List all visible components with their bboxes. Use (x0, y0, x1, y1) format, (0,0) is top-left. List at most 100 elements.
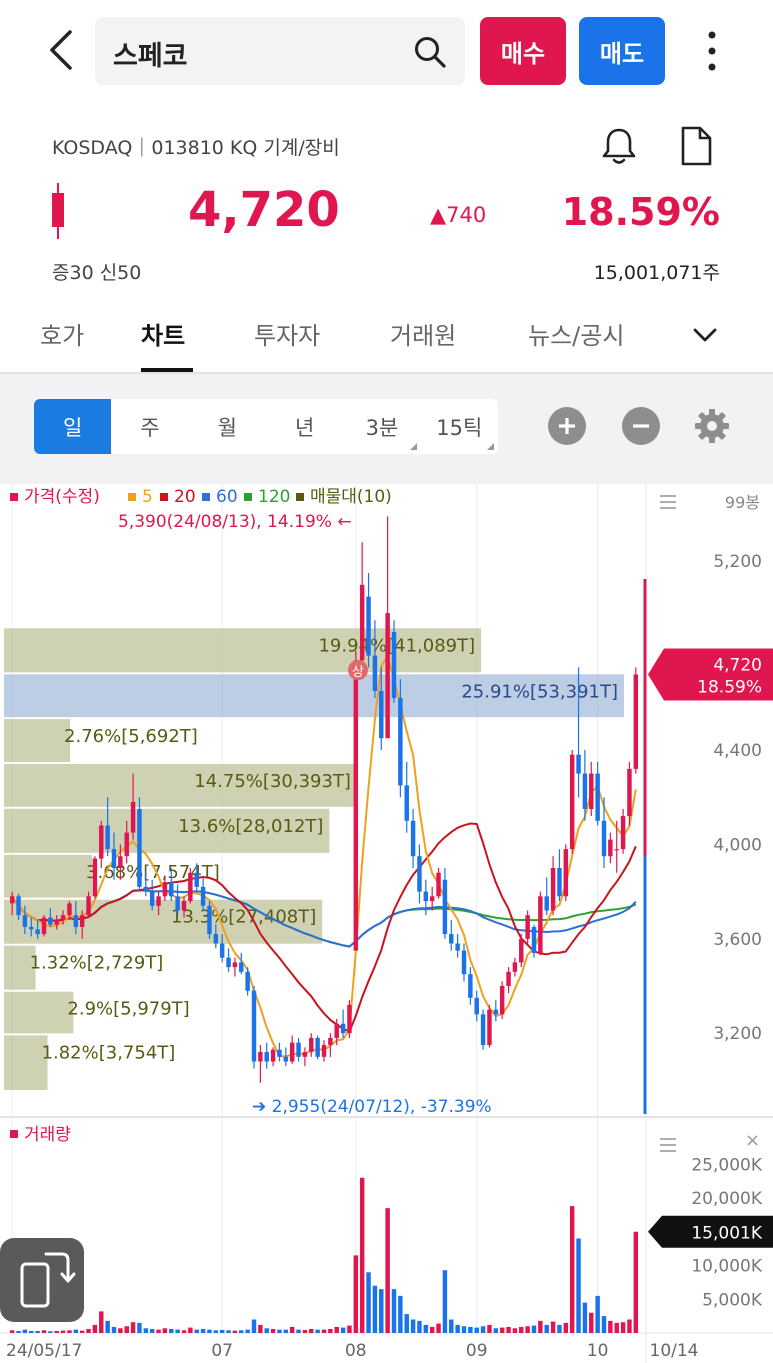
zoom-out-icon[interactable] (622, 407, 660, 445)
low-annotation: ➔ 2,955(24/07/12), -37.39% (252, 1097, 492, 1117)
price-tick-label: 3,600 (713, 930, 762, 950)
stock-chart[interactable]: 1.82%[3,754T] 2.9%[5,979T] 1.32%[2,729T] 13… (0, 484, 773, 1363)
volume-bar (601, 1316, 607, 1333)
candle-body (9, 896, 15, 904)
buy-button[interactable]: 매수 (480, 17, 566, 85)
volume-bar (175, 1329, 180, 1333)
volume-bar (563, 1322, 569, 1333)
volume-bar (589, 1312, 594, 1333)
volume-bar (111, 1326, 117, 1333)
dropdown-corner-icon (486, 443, 494, 450)
volume-profile-label: 19.94%[41,089T] (318, 635, 475, 656)
period-minute[interactable]: 3분 (343, 399, 420, 454)
period-day[interactable]: 일 (34, 399, 112, 454)
volume-bar (162, 1328, 168, 1333)
gear-icon[interactable] (694, 408, 730, 444)
high-annotation: 5,390(24/08/13), 14.19% ← (118, 512, 352, 532)
volume-bar (385, 1208, 390, 1333)
x-tick-label: 07 (211, 1341, 233, 1361)
period-month[interactable]: 월 (189, 399, 266, 454)
price-change: ▲740 (430, 203, 487, 227)
volume-bar (29, 1330, 34, 1333)
volume-bar (41, 1330, 47, 1333)
stock-search-box[interactable]: 스페코 (95, 17, 465, 85)
candle-body (557, 868, 562, 897)
candle-body (245, 971, 250, 991)
volume-bar (239, 1330, 244, 1333)
volume-bar (283, 1329, 289, 1333)
sell-button[interactable]: 매도 (579, 17, 665, 85)
back-button[interactable] (40, 28, 80, 72)
volume-bar (16, 1330, 21, 1333)
volume-profile-label: 14.75%[30,393T] (194, 771, 351, 792)
current-pct-label: 18.59% (697, 677, 762, 697)
volume-bar (608, 1320, 613, 1333)
volume-profile-label: 1.32%[2,729T] (30, 953, 164, 974)
volume-bar (359, 1177, 365, 1333)
tab-news[interactable]: 뉴스/공시 (528, 316, 624, 351)
volume-bar (118, 1328, 123, 1333)
volume-bar (137, 1322, 142, 1333)
candle-body (137, 809, 142, 887)
candle-body (614, 849, 619, 851)
dropdown-corner-icon (409, 443, 417, 450)
volume-bar (334, 1326, 339, 1333)
bell-icon[interactable] (598, 125, 640, 167)
volume-bar (60, 1330, 66, 1333)
tab-orderbook[interactable]: 호가 (40, 316, 84, 351)
tab-chart[interactable]: 차트 (141, 316, 185, 351)
candle-body (321, 1045, 327, 1057)
volume-bar (264, 1328, 269, 1333)
candle-body (73, 915, 79, 927)
volume-bar (169, 1328, 174, 1333)
volume-bar (633, 1231, 639, 1333)
candle-body (404, 785, 409, 821)
search-icon[interactable] (413, 35, 447, 69)
candle-body (283, 1056, 289, 1062)
volume-bar (582, 1302, 588, 1333)
candle-body (309, 1037, 314, 1053)
candle-body (417, 856, 422, 892)
volume-tick-label: 20,000K (691, 1189, 762, 1209)
candle-body (22, 915, 28, 927)
candle-body (423, 891, 429, 902)
limit-up-label: 상 (352, 665, 364, 680)
candle-body (124, 832, 129, 857)
tab-investors[interactable]: 투자자 (254, 316, 320, 351)
period-year[interactable]: 년 (266, 399, 343, 454)
period-tick-label: 15틱 (436, 415, 483, 440)
period-week[interactable]: 주 (111, 399, 188, 454)
candle-body (359, 584, 365, 661)
candle-body (436, 872, 441, 897)
candle-body (251, 990, 257, 1062)
tab-brokers[interactable]: 거래원 (390, 316, 456, 351)
candle-body (340, 1023, 346, 1034)
chevron-down-icon[interactable] (690, 320, 720, 350)
period-tick[interactable]: 15틱 (421, 399, 498, 454)
candle-body (213, 934, 219, 944)
x-tick-label: 09 (466, 1341, 488, 1361)
search-query: 스페코 (113, 41, 188, 72)
candle-body (589, 773, 594, 809)
volume-bars (9, 1177, 639, 1333)
rotate-screen-button[interactable] (0, 1238, 84, 1322)
volume-bar (531, 1325, 537, 1333)
volume-tick-label: 5,000K (702, 1290, 763, 1310)
volume-bar (436, 1323, 441, 1333)
volume-profile-label: 25.91%[53,391T] (461, 681, 618, 702)
volume-bar (366, 1272, 371, 1333)
candle-body (29, 927, 34, 930)
more-menu-icon[interactable] (700, 28, 724, 74)
candle-body (449, 934, 454, 944)
candle-body (226, 957, 231, 968)
volume-bar (391, 1289, 397, 1333)
candle-body (200, 886, 206, 906)
zoom-in-icon[interactable] (548, 407, 586, 445)
document-icon[interactable] (676, 125, 716, 167)
legend-swatch (160, 493, 168, 501)
candle-body (54, 919, 59, 925)
candle-body (633, 674, 639, 769)
candle-body (296, 1042, 301, 1057)
volume-bar (188, 1327, 193, 1333)
candle-body (487, 1009, 492, 1045)
